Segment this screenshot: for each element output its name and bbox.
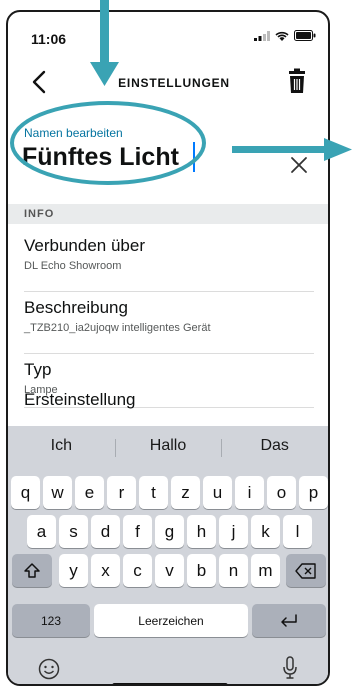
row-subtitle: DL Echo Showroom	[24, 260, 122, 272]
key-r[interactable]: r	[107, 476, 136, 509]
signal-icon	[254, 30, 270, 41]
name-input[interactable]	[22, 140, 262, 174]
key-m[interactable]: m	[251, 554, 280, 587]
key-i[interactable]: i	[235, 476, 264, 509]
key-p[interactable]: p	[299, 476, 328, 509]
key-z[interactable]: z	[171, 476, 200, 509]
wifi-icon	[275, 31, 289, 41]
clear-icon[interactable]	[288, 154, 310, 176]
key-q[interactable]: q	[11, 476, 40, 509]
microphone-icon[interactable]	[282, 656, 298, 680]
backspace-icon	[295, 562, 316, 579]
key-h[interactable]: h	[187, 515, 216, 548]
info-row-description[interactable]: Beschreibung _TZB210_ia2ujoqw intelligen…	[24, 298, 314, 354]
section-label: INFO	[24, 208, 55, 220]
backspace-key[interactable]	[286, 554, 326, 587]
battery-icon	[294, 30, 316, 41]
key-a[interactable]: a	[27, 515, 56, 548]
row-title: Typ	[24, 360, 52, 379]
key-x[interactable]: x	[91, 554, 120, 587]
key-w[interactable]: w	[43, 476, 72, 509]
key-s[interactable]: s	[59, 515, 88, 548]
text-cursor	[193, 142, 195, 172]
shift-key[interactable]	[12, 554, 52, 587]
row-title: Verbunden über	[24, 236, 145, 255]
phone-frame: 11:06 EINSTELLUNGEN Namen bearbeiten Fün…	[6, 10, 330, 686]
key-e[interactable]: e	[75, 476, 104, 509]
emoji-icon[interactable]	[38, 658, 60, 680]
return-icon	[281, 613, 297, 627]
key-l[interactable]: l	[283, 515, 312, 548]
key-n[interactable]: n	[219, 554, 248, 587]
page-title: EINSTELLUNGEN	[118, 76, 230, 90]
key-v[interactable]: v	[155, 554, 184, 587]
onscreen-keyboard: Ich Hallo Das qwertzuiop asdfghjkl yxcvbnm…	[8, 426, 328, 684]
status-icons	[254, 30, 316, 41]
return-key[interactable]	[252, 604, 326, 637]
row-subtitle: _TZB210_ia2ujoqw intelligentes Gerät	[24, 322, 211, 334]
key-j[interactable]: j	[219, 515, 248, 548]
key-b[interactable]: b	[187, 554, 216, 587]
key-c[interactable]: c	[123, 554, 152, 587]
row-title: Beschreibung	[24, 298, 128, 317]
key-o[interactable]: o	[267, 476, 296, 509]
key-k[interactable]: k	[251, 515, 280, 548]
name-edit-block: Namen bearbeiten	[8, 114, 328, 196]
trash-icon[interactable]	[284, 68, 310, 96]
name-field-label: Namen bearbeiten	[24, 126, 123, 140]
suggestion-item[interactable]: Hallo	[114, 437, 222, 457]
key-d[interactable]: d	[91, 515, 120, 548]
row-title: Ersteinstellung	[24, 390, 136, 409]
status-bar: 11:06	[8, 12, 328, 56]
nav-header: EINSTELLUNGEN	[8, 64, 328, 104]
info-section-header: INFO	[8, 204, 328, 224]
key-t[interactable]: t	[139, 476, 168, 509]
key-f[interactable]: f	[123, 515, 152, 548]
key-g[interactable]: g	[155, 515, 184, 548]
suggestion-item[interactable]: Ich	[8, 437, 115, 455]
numbers-key[interactable]: 123	[12, 604, 90, 637]
keyboard-suggestions: Ich Hallo Das	[8, 426, 328, 466]
key-u[interactable]: u	[203, 476, 232, 509]
status-time: 11:06	[31, 31, 67, 47]
suggestion-item[interactable]: Das	[221, 437, 328, 457]
info-row-initial-setup[interactable]: Ersteinstellung	[24, 390, 314, 410]
key-y[interactable]: y	[59, 554, 88, 587]
info-row-connected-via[interactable]: Verbunden über DL Echo Showroom	[24, 236, 314, 292]
shift-icon	[24, 562, 40, 578]
space-key[interactable]: Leerzeichen	[94, 604, 248, 637]
